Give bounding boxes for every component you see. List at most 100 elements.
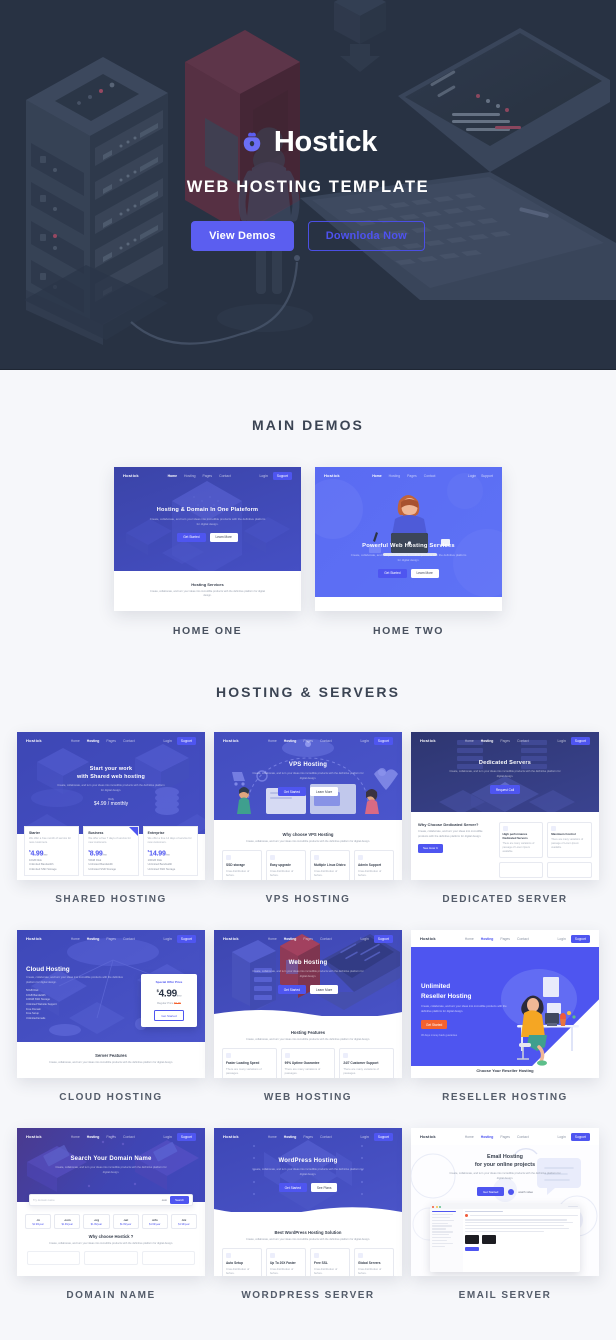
card-email-server[interactable]: Hostick Home Hosting Pages Contact Login… — [411, 1128, 599, 1315]
demo-thumbnail-home-one[interactable]: Hostick Home Hosting Pages Contact Login… — [114, 467, 301, 611]
demo-item-home-two[interactable]: Hostick Home Hosting Pages Contact Login… — [315, 467, 502, 637]
card-thumbnail-shared-hosting[interactable]: Hostick Home Hosting Pages Contact Login… — [17, 732, 205, 880]
mini-nav: Hostick Home Hosting Pages Contact Login… — [17, 1128, 205, 1145]
mini-cta-secondary[interactable]: See Plans — [310, 1183, 338, 1193]
card-thumbnail-reseller-hosting[interactable]: Hostick Home Hosting Pages Contact Login… — [411, 930, 599, 1078]
card-thumbnail-wordpress-server[interactable]: Hostick Home Hosting Pages Contact Login… — [214, 1128, 402, 1276]
card-label-email-server: EMAIL SERVER — [458, 1290, 552, 1301]
mini-menu: Home Hosting Pages Contact — [267, 738, 332, 743]
tld-chip[interactable]: .com $1.99/year — [54, 1214, 81, 1229]
mini-nav: Hostick Home Hosting Pages Contact Login… — [17, 732, 205, 749]
get-started-button[interactable]: Get Started — [421, 1020, 448, 1030]
tld-chip[interactable]: .in $1.99/year — [25, 1214, 52, 1229]
card-thumbnail-vps-hosting[interactable]: Hostick Home Hosting Pages Contact Login… — [214, 732, 402, 880]
mini-cta-primary[interactable]: Get Started — [177, 532, 206, 542]
play-icon[interactable] — [508, 1188, 515, 1195]
email-client-mockup — [430, 1204, 580, 1272]
feature-item: 99% Uptime Guarantee There are many vari… — [280, 1048, 336, 1078]
price-card[interactable]: Enterprise We offer a free 14 days of se… — [142, 826, 198, 876]
view-demos-button[interactable]: View Demos — [191, 221, 294, 251]
mini-nav-actions: Login Support — [361, 736, 393, 745]
card-shared-hosting[interactable]: Hostick Home Hosting Pages Contact Login… — [17, 732, 205, 919]
feature-item: Faster Loading Speed There are many vari… — [222, 1048, 277, 1078]
price-card[interactable]: Starter We offer a free month of service… — [24, 826, 80, 876]
mini-section: Server Features Create, collaborate, and… — [17, 1042, 205, 1078]
feature-row: SSD storage Cras distribution of before.… — [214, 850, 402, 880]
mini-nav-actions: Login Support — [467, 473, 493, 478]
mini-logo: Hostick — [223, 1134, 239, 1139]
hosting-servers-section: HOSTING & SERVERS Hostick Home Hosting P… — [0, 684, 616, 1315]
domain-search-button[interactable]: Search — [170, 1196, 189, 1204]
tld-chip[interactable]: .org $1.99/year — [83, 1214, 110, 1229]
mini-menu: Home Hosting Pages Contact — [464, 738, 529, 743]
mini-nav: Hostick Home Hosting Pages Contact Login… — [114, 467, 301, 484]
get-started-button[interactable]: Get Started — [476, 1187, 505, 1197]
mini-logo: Hostick — [123, 473, 139, 478]
feature-item: Free SSL Cras distribution of before. — [310, 1248, 350, 1276]
mini-nav: Hostick Home Hosting Pages Contact Login… — [17, 930, 205, 947]
card-thumbnail-web-hosting[interactable]: Hostick Home Hosting Pages Contact Login… — [214, 930, 402, 1078]
mini-nav-actions: Login Support — [558, 934, 590, 943]
mini-nav-actions: Login Support — [558, 1132, 590, 1141]
demo-item-home-one[interactable]: Hostick Home Hosting Pages Contact Login… — [114, 467, 301, 637]
see-how-button[interactable]: See How It — [418, 843, 443, 853]
card-label-web-hosting: WEB HOSTING — [263, 1092, 353, 1103]
card-label-domain-name: DOMAIN NAME — [66, 1290, 156, 1301]
mini-cta-primary[interactable]: Get Started — [277, 787, 306, 797]
tld-chip[interactable]: .net $1.99/year — [112, 1214, 139, 1229]
card-thumbnail-cloud-hosting[interactable]: Hostick Home Hosting Pages Contact Login… — [17, 930, 205, 1078]
tld-chip[interactable]: .info $1.99/year — [141, 1214, 168, 1229]
feature-bullets: 50GB Disk 10GB Bandwidth 100GB SSD Stora… — [26, 989, 57, 1020]
mini-menu: Home Hosting Pages Contact — [464, 1134, 529, 1139]
download-now-button[interactable]: Downloda Now — [307, 221, 425, 251]
mini-section: Best WordPress Hosting Solution Create, … — [214, 1218, 402, 1276]
mini-cta-secondary[interactable]: Learn More — [310, 985, 339, 995]
hosting-servers-grid: Hostick Home Hosting Pages Contact Login… — [12, 732, 604, 1315]
card-thumbnail-email-server[interactable]: Hostick Home Hosting Pages Contact Login… — [411, 1128, 599, 1276]
mini-logo: Hostick — [223, 738, 239, 743]
mini-cta-secondary[interactable]: Learn More — [310, 787, 339, 797]
offer-button[interactable]: Get Started — [154, 1010, 184, 1022]
mini-section: Why choose VPS Hosting Create, collabora… — [214, 820, 402, 880]
domain-search-input[interactable]: Try domain name — [33, 1198, 161, 1202]
feature-item: Admin Support Cras distribution of befor… — [354, 850, 394, 880]
watch-video-label[interactable]: watch video — [518, 1190, 533, 1194]
card-cloud-hosting[interactable]: Hostick Home Hosting Pages Contact Login… — [17, 930, 205, 1117]
demo-label-home-two: HOME TWO — [373, 625, 444, 637]
mini-menu: Home Hosting Pages Contact — [70, 738, 135, 743]
hosting-servers-title: HOSTING & SERVERS — [215, 684, 401, 700]
card-thumbnail-domain-name[interactable]: Hostick Home Hosting Pages Contact Login… — [17, 1128, 205, 1276]
hero-subtitle: WEB HOSTING TEMPLATE — [186, 178, 430, 196]
offer-price: $4.99 / monthly — [93, 801, 129, 808]
demo-thumbnail-home-two[interactable]: Hostick Home Hosting Pages Contact Login… — [315, 467, 502, 611]
mini-hero: WordPress Hosting Create, collaborate, a… — [214, 1158, 402, 1193]
card-vps-hosting[interactable]: Hostick Home Hosting Pages Contact Login… — [214, 732, 402, 919]
mini-logo: Hostick — [420, 1134, 436, 1139]
tld-chip[interactable]: .biz $1.99/year — [170, 1214, 198, 1229]
brand: Hostick — [239, 128, 377, 157]
mini-cta-secondary[interactable]: Learn More — [209, 532, 238, 542]
card-label-cloud-hosting: CLOUD HOSTING — [59, 1092, 163, 1103]
mini-cta-primary[interactable]: Get Started — [278, 1183, 307, 1193]
mini-cta-primary[interactable]: Request Call — [489, 785, 521, 795]
tld-select[interactable]: .com — [161, 1198, 167, 1202]
card-domain-name[interactable]: Hostick Home Hosting Pages Contact Login… — [17, 1128, 205, 1315]
card-thumbnail-dedicated-server[interactable]: Hostick Home Hosting Pages Contact Login… — [411, 732, 599, 880]
main-demos-title: MAIN DEMOS — [252, 417, 364, 433]
mini-cta-secondary[interactable]: Learn More — [410, 568, 439, 578]
mini-hero: Cloud Hosting Create, collaborate, and t… — [26, 966, 123, 1020]
card-reseller-hosting[interactable]: Hostick Home Hosting Pages Contact Login… — [411, 930, 599, 1117]
price-card[interactable]: Business We offer a free 7 days of servi… — [83, 826, 139, 876]
card-dedicated-server[interactable]: Hostick Home Hosting Pages Contact Login… — [411, 732, 599, 919]
mini-section: Hosting Services Create, collaborate, an… — [114, 571, 301, 611]
card-wordpress-server[interactable]: Hostick Home Hosting Pages Contact Login… — [214, 1128, 402, 1315]
mini-hero: Powerful Web Hosting Services Create, co… — [315, 543, 502, 578]
mini-cta-primary[interactable]: Get Started — [277, 985, 306, 995]
mini-menu: Home Hosting Pages Contact — [372, 473, 436, 478]
card-web-hosting[interactable]: Hostick Home Hosting Pages Contact Login… — [214, 930, 402, 1117]
domain-search-bar[interactable]: Try domain name .com Search — [29, 1194, 193, 1206]
mini-cta-primary[interactable]: Get Started — [378, 568, 407, 578]
mini-logo: Hostick — [26, 936, 42, 941]
main-demos-grid: Hostick Home Hosting Pages Contact Login… — [12, 467, 604, 637]
mini-menu: Home Hosting Pages Contact — [464, 936, 529, 941]
